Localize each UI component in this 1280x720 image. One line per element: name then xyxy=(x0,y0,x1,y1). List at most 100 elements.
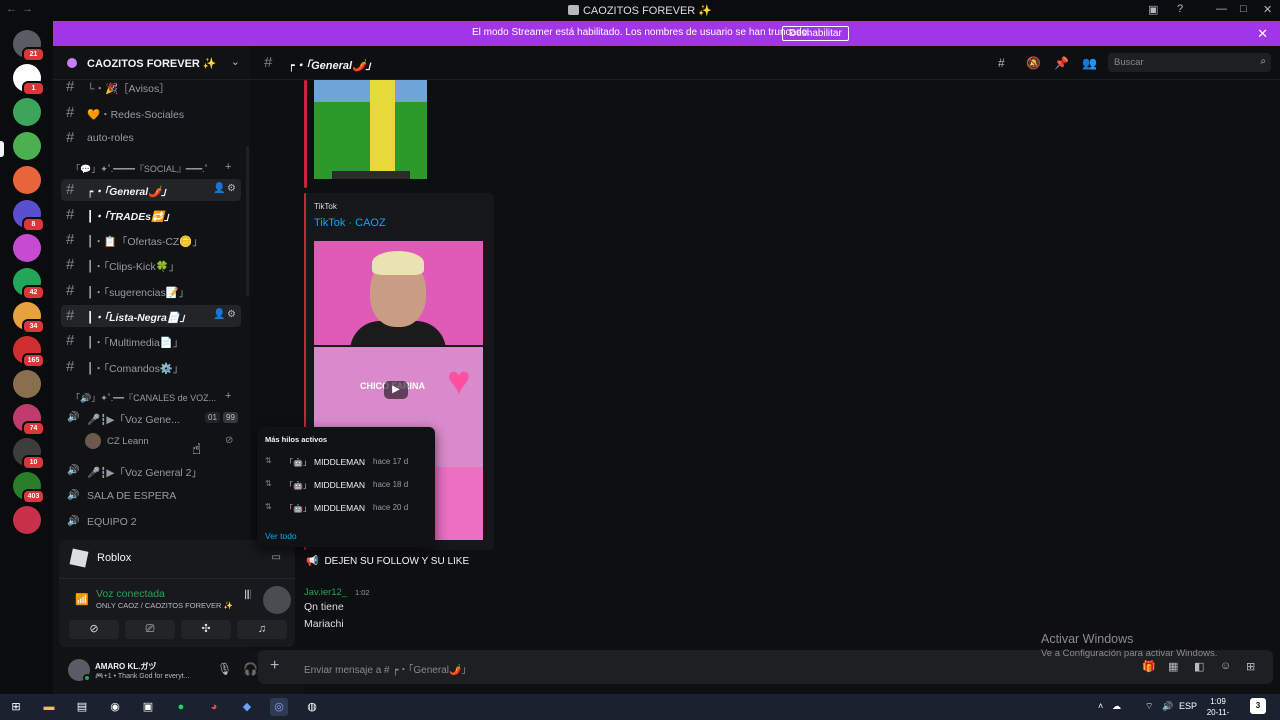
user-custom-status[interactable]: 🎮+1 • Thank God for everyt... xyxy=(95,672,190,680)
game-screenshot-image[interactable] xyxy=(314,80,427,179)
channel-item[interactable]: # ┃・「Comandos⚙️」 xyxy=(61,356,241,378)
maximize-icon[interactable]: □ xyxy=(1240,3,1247,15)
server-icon[interactable] xyxy=(13,234,41,262)
server-icon[interactable]: 8 xyxy=(13,200,45,232)
channel-item[interactable]: # 🧡・Redes-Sociales xyxy=(61,102,241,124)
server-icon[interactable]: 74 xyxy=(13,404,45,436)
voice-user[interactable]: CZ Leann ⊘ xyxy=(85,433,235,451)
thread-item[interactable]: ⇅ 「🤖」 MIDDLEMAN hace 17 d xyxy=(263,454,429,470)
server-icon[interactable] xyxy=(13,506,41,534)
notification-center-icon[interactable]: 3 xyxy=(1250,698,1266,714)
store-icon[interactable]: ▤ xyxy=(73,698,91,716)
invite-icon[interactable]: 👤 xyxy=(213,183,225,194)
pin-icon[interactable]: 📌 xyxy=(1054,56,1069,70)
channel-item[interactable]: # ┃・「Clips-Kick🍀」 xyxy=(61,254,241,276)
screen-share-icon[interactable]: ▭ xyxy=(272,552,281,563)
channel-item[interactable]: # ┍・「General🌶️」 👤 ⚙ xyxy=(61,179,241,201)
server-icon[interactable] xyxy=(13,132,41,160)
wifi-icon[interactable]: ⌔ xyxy=(1145,701,1153,712)
gif-icon[interactable]: ▦ xyxy=(1168,660,1178,673)
share-screen-button[interactable]: ⎚ xyxy=(125,620,175,639)
server-icon[interactable] xyxy=(13,370,41,398)
sidebar-scrollbar[interactable] xyxy=(246,146,249,296)
thread-item[interactable]: ⇅ 「🤖」 MIDDLEMAN hace 20 d xyxy=(263,500,429,516)
app-icon[interactable]: ▣ xyxy=(139,698,157,716)
steam-icon[interactable]: ◉ xyxy=(106,698,124,716)
threads-icon[interactable]: # xyxy=(998,56,1005,70)
start-menu-icon[interactable]: ⊞ xyxy=(7,698,25,716)
inbox-icon[interactable]: ▣ xyxy=(1148,3,1158,16)
volume-icon[interactable]: 🔊 xyxy=(1162,701,1173,712)
channel-item[interactable]: # └・🎉［Avisos］ xyxy=(61,76,241,98)
taskbar-clock[interactable]: 1:09 20-11-2025 xyxy=(1200,696,1236,720)
voice-status[interactable]: Voz conectada xyxy=(96,588,165,600)
embed-provider[interactable]: TikTok xyxy=(314,202,337,211)
file-explorer-icon[interactable]: ▬ xyxy=(40,698,58,716)
obs-icon[interactable]: ◍ xyxy=(303,698,321,716)
attach-plus-icon[interactable]: + xyxy=(270,657,279,675)
member-list-icon[interactable]: 👥 xyxy=(1082,56,1097,70)
camera-off-button[interactable]: ⊘ xyxy=(69,620,119,639)
channel-settings-icon[interactable]: ⚙ xyxy=(227,309,236,320)
channel-settings-icon[interactable]: ⚙ xyxy=(227,183,236,194)
channel-item[interactable]: # ┃・「TRADEs🔁」 xyxy=(61,204,241,226)
channel-item[interactable]: # auto-roles xyxy=(61,127,241,149)
guild-header[interactable]: CAOZITOS FOREVER ✨ ⌄ xyxy=(53,46,250,80)
help-icon[interactable]: ? xyxy=(1177,3,1183,15)
category-header[interactable]: 「💬」✦˚.━━━━『SOCIAL』━━━.˚ + xyxy=(71,161,231,175)
close-window-icon[interactable]: ✕ xyxy=(1263,3,1272,16)
invite-icon[interactable]: 👤 xyxy=(213,309,225,320)
message-avatar[interactable] xyxy=(263,586,291,614)
microphone-icon[interactable]: 🎙 xyxy=(217,662,232,676)
server-icon[interactable]: 403 xyxy=(13,472,45,504)
search-input[interactable]: Buscar ⌕ xyxy=(1108,53,1271,72)
channel-item[interactable]: # ┃・「Lista-Negra📄」 👤 ⚙ xyxy=(61,305,241,327)
server-icon[interactable]: 1 xyxy=(13,64,45,96)
see-all-link[interactable]: Ver todo xyxy=(265,531,297,541)
chrome-icon[interactable]: ◕ xyxy=(205,698,223,716)
embed-title-link[interactable]: TikTok · CAOZ xyxy=(314,217,386,229)
channel-item[interactable]: # ┃・「sugerencias📝」 xyxy=(61,280,241,302)
user-name[interactable]: AMARO KL.ガヅ xyxy=(95,661,156,672)
emoji-icon[interactable]: ☺ xyxy=(1220,660,1231,672)
server-icon[interactable] xyxy=(13,98,41,126)
tray-arrow-icon[interactable]: ˄ xyxy=(1098,701,1103,711)
channel-item[interactable]: # ┃・📋「Ofertas-CZ🪙」 xyxy=(61,229,241,251)
minimize-icon[interactable]: — xyxy=(1216,3,1227,15)
spotify-icon[interactable]: ● xyxy=(172,698,190,716)
sticker-icon[interactable]: ◧ xyxy=(1194,660,1204,673)
discord-app-icon[interactable]: ◎ xyxy=(270,698,288,716)
headphones-icon[interactable]: 🎧 xyxy=(243,662,258,676)
disable-streamer-button[interactable]: Deshabilitar xyxy=(782,26,849,41)
server-icon[interactable]: 34 xyxy=(13,302,45,334)
soundboard-button[interactable]: ♫ xyxy=(237,620,287,639)
apps-icon[interactable]: ⊞ xyxy=(1246,660,1255,673)
server-icon[interactable]: 10 xyxy=(13,438,45,470)
voice-channel-item[interactable]: 🔊 🎤┇▶「Voz General 2」 xyxy=(61,460,241,482)
connection-signal-icon[interactable]: 📶 xyxy=(75,593,89,606)
chevron-down-icon[interactable]: ⌄ xyxy=(231,55,240,68)
voice-location[interactable]: ONLY CAOZ / CAOZITOS FOREVER ✨ xyxy=(96,601,233,610)
add-channel-icon[interactable]: + xyxy=(225,161,231,173)
notification-bell-icon[interactable]: 🔕 xyxy=(1026,56,1041,70)
server-icon[interactable]: 165 xyxy=(13,336,45,368)
thread-item[interactable]: ⇅ 「🤖」 MIDDLEMAN hace 18 d xyxy=(263,477,429,493)
language-indicator[interactable]: ESP xyxy=(1179,701,1197,711)
voice-channel-item[interactable]: 🔊 EQUIPO 2 xyxy=(61,511,241,533)
add-channel-icon[interactable]: + xyxy=(225,390,231,402)
category-header[interactable]: 「🔊」✦˚.━━『CANALES de VOZ... + xyxy=(71,390,231,404)
embed-thumbnail-image[interactable] xyxy=(314,241,483,345)
message-author[interactable]: Jav.ier12_ xyxy=(304,587,347,598)
roblox-app-icon[interactable]: ◆ xyxy=(238,698,256,716)
voice-channel-item[interactable]: 🔊 🎤┇▶「Voz Gene... 01 99 xyxy=(61,407,241,429)
play-icon[interactable]: ▶ xyxy=(384,381,408,399)
voice-channel-item[interactable]: 🔊 SALA DE ESPERA xyxy=(61,485,241,507)
noise-suppression-icon[interactable]: 𝄃𝄃 xyxy=(245,588,250,603)
activities-button[interactable]: ✣ xyxy=(181,620,231,639)
gift-icon[interactable]: 🎁 xyxy=(1142,660,1156,673)
server-icon[interactable] xyxy=(13,166,41,194)
close-banner-icon[interactable]: ✕ xyxy=(1257,26,1268,42)
server-icon[interactable]: 21 xyxy=(13,30,45,62)
tray-cloud-icon[interactable]: ☁ xyxy=(1112,701,1121,712)
channel-item[interactable]: # ┃・「Multimedia📄」 xyxy=(61,330,241,352)
